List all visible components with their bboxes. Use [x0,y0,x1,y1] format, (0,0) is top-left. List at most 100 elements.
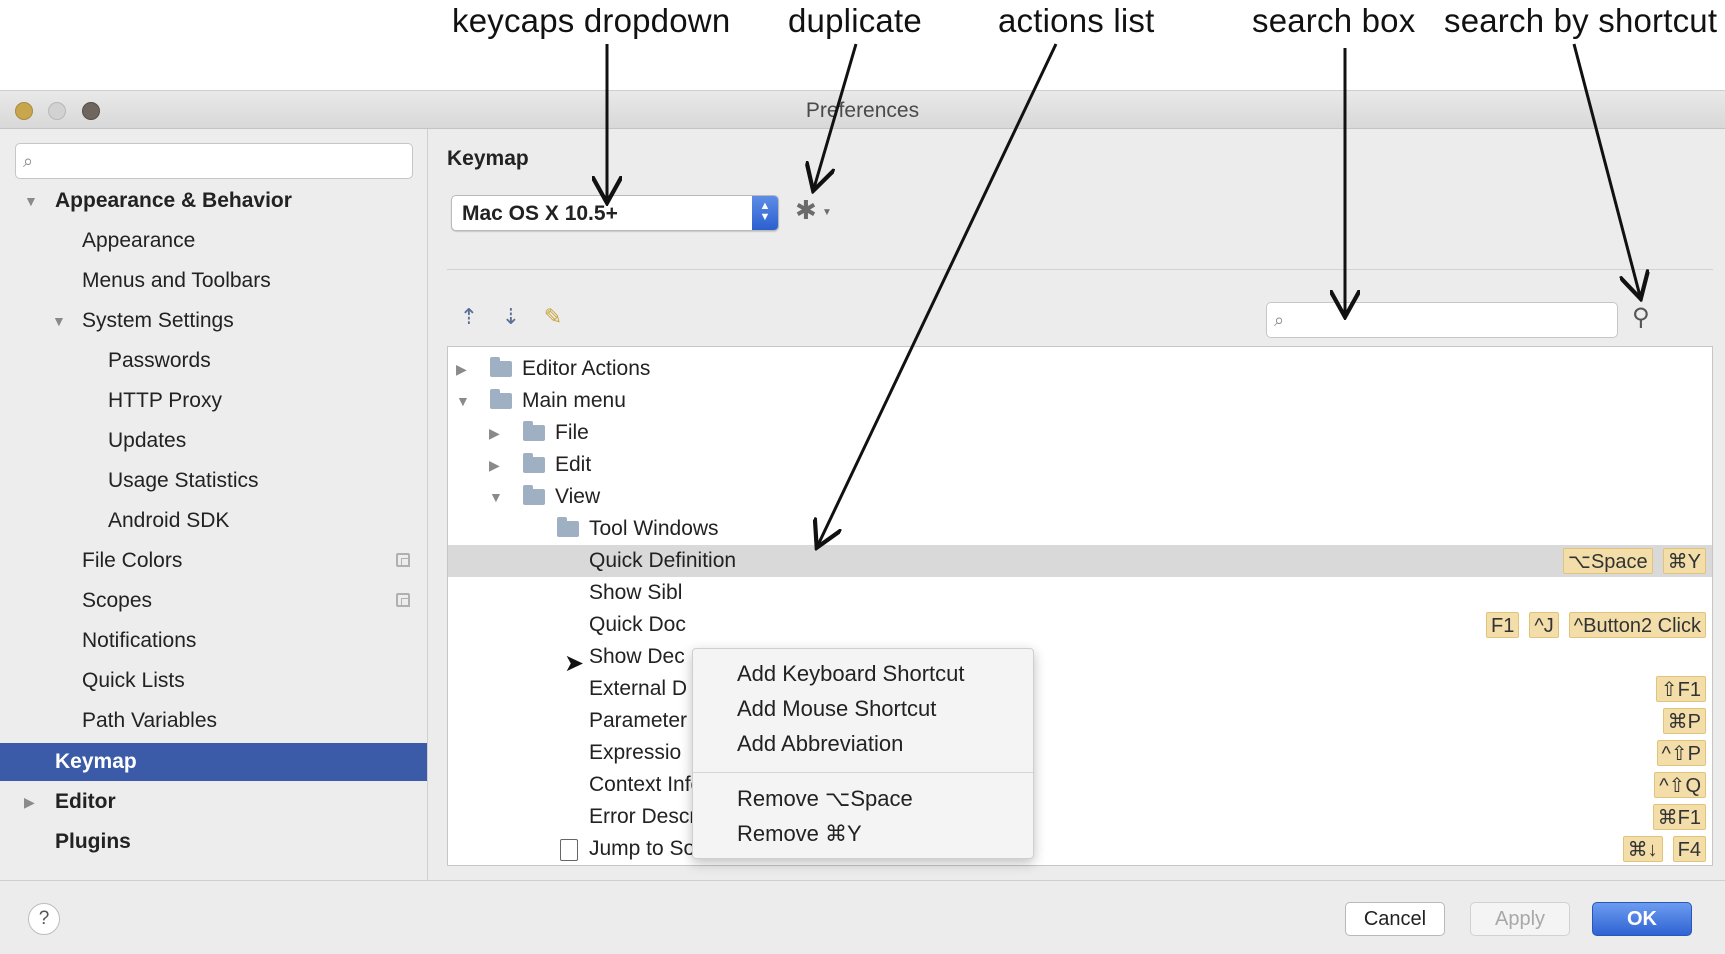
sidebar-item-path-variables[interactable]: Path Variables [0,702,427,740]
sidebar-item-notifications[interactable]: Notifications [0,622,427,660]
sidebar-item-label: Usage Statistics [108,469,259,492]
divider [447,269,1713,270]
sidebar-item-label: Passwords [108,349,211,372]
annotation-actions-list: actions list [998,2,1155,39]
collapse-triangle-icon[interactable]: ▼ [489,481,503,513]
sidebar-item-editor[interactable]: ▶ Editor [0,783,427,821]
sidebar-item-label: Scopes [82,589,153,612]
menu-item-add-mouse-shortcut[interactable]: Add Mouse Shortcut [737,696,936,722]
jump-to-source-icon [560,839,578,861]
expand-all-icon[interactable]: ⇡ [456,304,482,330]
sidebar-item-label: Appearance [82,229,196,252]
sidebar-item-plugins[interactable]: Plugins [0,823,427,861]
expand-triangle-icon[interactable]: ▶ [489,449,500,481]
action-label: View [555,485,601,508]
sidebar-item-appearance[interactable]: Appearance [0,222,427,260]
annotation-search-by-shortcut: search by shortcut [1444,2,1718,39]
sidebar-item-label: HTTP Proxy [108,389,222,412]
action-row-view[interactable]: ▼ View [448,481,1712,513]
action-label: Main menu [522,389,626,412]
action-row-show-siblings[interactable]: Show Sibl [448,577,1712,609]
action-row-quick-definition[interactable]: Quick Definition ⌥Space ⌘Y [448,545,1712,577]
keymap-dropdown-value: Mac OS X 10.5+ [462,202,618,225]
page-title: Keymap [447,147,529,170]
action-row-show-declaration[interactable]: Show Dec [448,641,1712,673]
menu-item-remove-option-space[interactable]: Remove ⌥Space [737,786,913,812]
action-row-editor-actions[interactable]: ▶ Editor Actions [448,353,1712,385]
action-row-expression-type[interactable]: Expressio ^⇧P [448,737,1712,769]
chevron-down-icon: ▼ [822,207,832,218]
sidebar-search-input[interactable]: ⌕ [15,143,413,179]
sidebar-item-label: File Colors [82,549,183,572]
expand-triangle-icon[interactable]: ▶ [456,353,467,385]
divider [0,880,1725,881]
sidebar-item-quick-lists[interactable]: Quick Lists [0,662,427,700]
sidebar-item-label: System Settings [82,309,234,332]
edit-pencil-icon[interactable]: ✎ [540,304,566,330]
annotation-keycaps-dropdown: keycaps dropdown [452,2,731,39]
sidebar-item-label: Menus and Toolbars [82,269,271,292]
action-label: Tool Windows [589,517,719,540]
sidebar-item-keymap[interactable]: Keymap [0,743,427,781]
expand-triangle-icon[interactable]: ▶ [24,783,35,821]
sidebar-item-http-proxy[interactable]: HTTP Proxy [0,382,427,420]
action-row-parameter-info[interactable]: Parameter ⌘P [448,705,1712,737]
action-row-quick-documentation[interactable]: Quick Doc F1 ^J ^Button2 Click [448,609,1712,641]
menu-item-remove-cmd-y[interactable]: Remove ⌘Y [737,821,862,847]
action-row-main-menu[interactable]: ▼ Main menu [448,385,1712,417]
menu-folder-icon [490,389,512,409]
sidebar-item-android-sdk[interactable]: Android SDK [0,502,427,540]
folder-icon [557,517,579,537]
folder-icon [523,485,545,505]
action-row-error-description[interactable]: Error Description ⌘F1 [448,801,1712,833]
action-row-context-info[interactable]: Context Info ^⇧Q [448,769,1712,801]
apply-button[interactable]: Apply [1470,902,1570,936]
sidebar-item-label: Editor [55,790,116,813]
action-row-jump-to-source[interactable]: Jump to Source ⌘↓ F4 [448,833,1712,865]
shortcut-badge: ⌘Y [1662,548,1706,574]
shortcut-badge: ^⇧Q [1654,772,1706,798]
shortcut-badge: ^⇧P [1656,740,1706,766]
help-button[interactable]: ? [28,903,60,935]
shortcut-badge: ⌘P [1662,708,1706,734]
annotation-duplicate: duplicate [788,2,922,39]
cancel-button[interactable]: Cancel [1345,902,1445,936]
chevron-updown-icon: ▲ ▼ [752,196,778,230]
annotation-search-box: search box [1252,2,1416,39]
sidebar-item-appearance-behavior[interactable]: ▼ Appearance & Behavior [0,182,427,220]
shortcut-badge: ⌘↓ [1622,836,1663,862]
menu-item-add-abbreviation[interactable]: Add Abbreviation [737,731,903,757]
collapse-triangle-icon[interactable]: ▼ [52,302,66,340]
search-icon: ⌕ [23,151,34,171]
sidebar-item-system-settings[interactable]: ▼ System Settings [0,302,427,340]
ok-button[interactable]: OK [1592,902,1692,936]
menu-item-add-keyboard-shortcut[interactable]: Add Keyboard Shortcut [737,661,964,687]
action-label: Show Dec [589,645,685,668]
sidebar-item-label: Quick Lists [82,669,185,692]
actions-list: ▶ Editor Actions ▼ Main menu ▶ File ▶ Ed… [447,346,1713,866]
action-row-file[interactable]: ▶ File [448,417,1712,449]
sidebar-item-menus-toolbars[interactable]: Menus and Toolbars [0,262,427,300]
collapse-all-icon[interactable]: ⇣ [498,304,524,330]
collapse-triangle-icon[interactable]: ▼ [456,385,470,417]
actions-search-input[interactable]: ⌕ [1266,302,1618,338]
expand-triangle-icon[interactable]: ▶ [489,417,500,449]
action-label: Parameter [589,709,688,732]
search-icon: ⌕ [1274,310,1285,330]
action-row-tool-windows[interactable]: Tool Windows [448,513,1712,545]
sidebar-item-updates[interactable]: Updates [0,422,427,460]
sidebar-item-passwords[interactable]: Passwords [0,342,427,380]
gear-icon[interactable]: ✱ [795,195,817,226]
action-row-external-documentation[interactable]: External D ⇧F1 [448,673,1712,705]
action-label: Editor Actions [522,357,651,380]
sidebar-item-label: Appearance & Behavior [55,189,292,212]
action-row-edit[interactable]: ▶ Edit [448,449,1712,481]
keymap-dropdown[interactable]: Mac OS X 10.5+ ▲ ▼ [451,195,779,231]
sidebar-item-scopes[interactable]: Scopes [0,582,427,620]
mouse-cursor-icon: ➤ [564,650,585,677]
action-label: External D [589,677,688,700]
sidebar-item-file-colors[interactable]: File Colors [0,542,427,580]
collapse-triangle-icon[interactable]: ▼ [24,182,38,220]
sidebar-item-usage-statistics[interactable]: Usage Statistics [0,462,427,500]
find-by-shortcut-icon[interactable]: ⚲ [1632,303,1650,332]
